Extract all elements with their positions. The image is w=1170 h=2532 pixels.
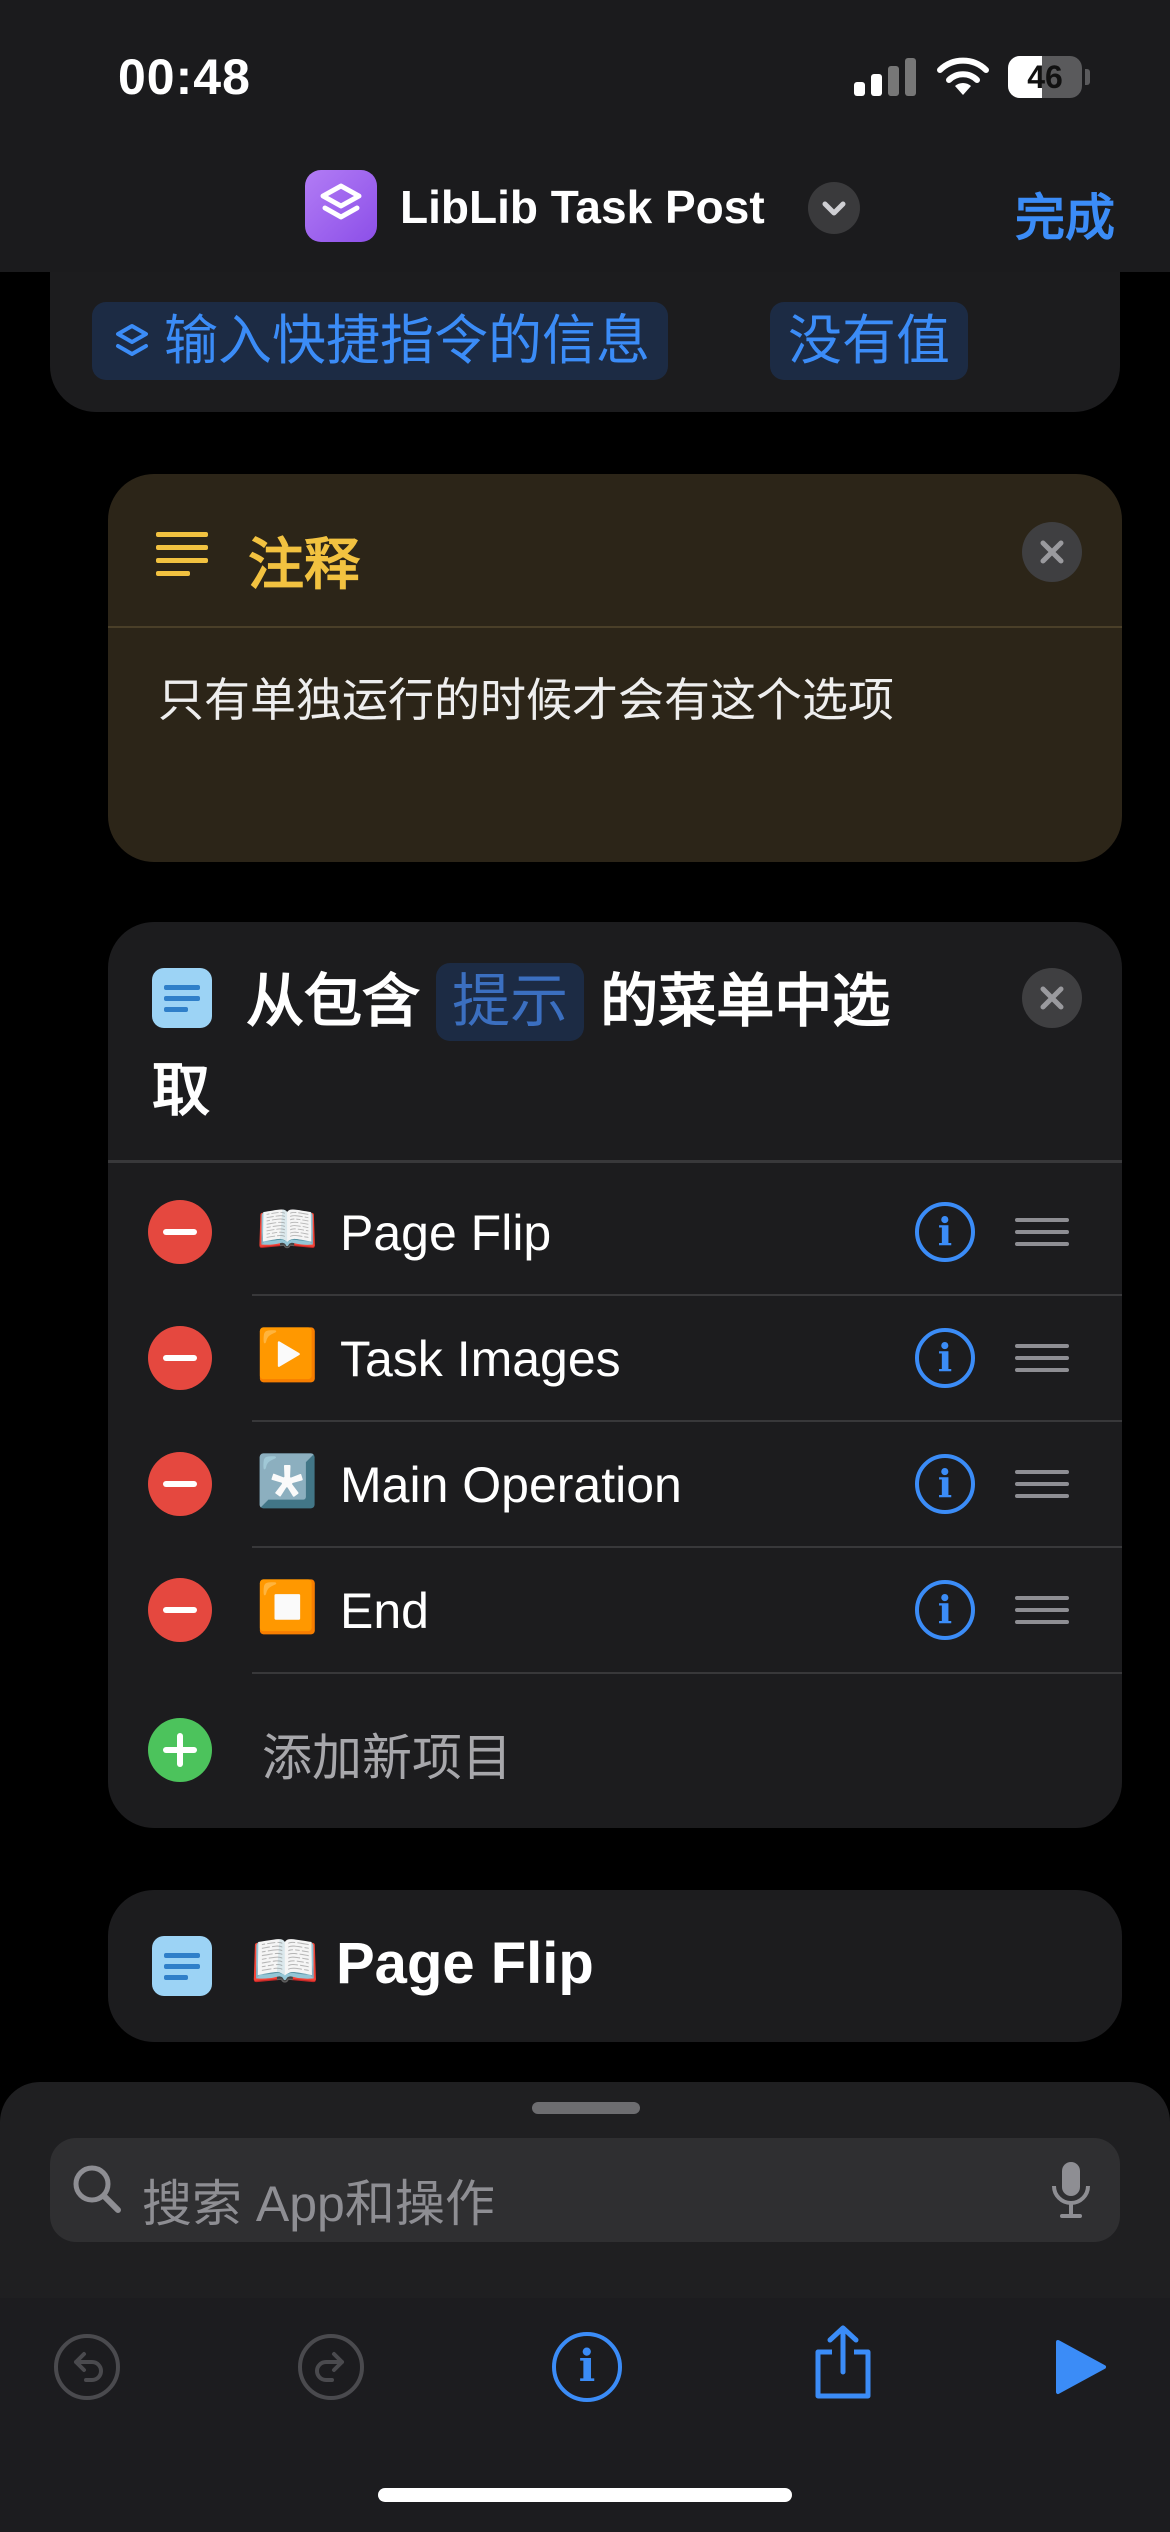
close-icon — [1040, 540, 1064, 564]
search-input[interactable]: 搜索 App和操作 — [142, 2164, 495, 2236]
menu-action-title: 从包含 提示 的菜单中选 — [246, 955, 966, 1048]
comment-text[interactable]: 只有单独运行的时候才会有这个选项 — [158, 664, 894, 730]
shortcut-input-token[interactable]: 输入快捷指令的信息 — [92, 302, 668, 380]
status-time: 00:48 — [118, 49, 251, 105]
redo-icon[interactable] — [296, 2332, 366, 2402]
menu-item-emoji: *️⃣ — [256, 1453, 319, 1509]
battery-level: 46 — [1027, 59, 1063, 95]
chevron-down-icon[interactable] — [808, 182, 860, 234]
menu-title-prefix: 从包含 — [246, 969, 421, 1034]
remove-menu-action-button[interactable] — [1022, 968, 1082, 1028]
info-icon[interactable]: i — [915, 1328, 975, 1388]
no-value-token[interactable]: 没有值 — [770, 302, 968, 380]
sheet-grabber[interactable] — [532, 2102, 640, 2114]
next-action-label: Page Flip — [336, 1931, 594, 1996]
menu-title-suffix: 的菜单中选 — [600, 969, 891, 1034]
info-icon[interactable]: i — [915, 1202, 975, 1262]
menu-item-label[interactable]: End — [340, 1582, 429, 1640]
shortcut-title[interactable]: LibLib Task Post — [400, 180, 765, 234]
add-item-button[interactable] — [148, 1718, 212, 1782]
token-input-label: 输入快捷指令的信息 — [164, 311, 650, 371]
reorder-handle-icon[interactable] — [1015, 1218, 1069, 1246]
divider — [252, 1672, 1122, 1674]
menu-item-label[interactable]: Task Images — [340, 1330, 621, 1388]
remove-comment-button[interactable] — [1022, 522, 1082, 582]
comment-title: 注释 — [248, 533, 360, 596]
menu-item-emoji: ⏹️ — [256, 1579, 319, 1635]
menu-result-icon — [152, 1936, 212, 1996]
menu-action-icon — [152, 968, 212, 1028]
close-icon — [1040, 986, 1064, 1010]
undo-icon[interactable] — [52, 2332, 122, 2402]
divider — [108, 1160, 1122, 1163]
run-play-icon[interactable] — [1054, 2338, 1108, 2396]
reorder-handle-icon[interactable] — [1015, 1596, 1069, 1624]
divider — [252, 1546, 1122, 1548]
info-icon[interactable]: i — [915, 1454, 975, 1514]
text-lines-icon — [156, 532, 208, 576]
reorder-handle-icon[interactable] — [1015, 1470, 1069, 1498]
info-icon[interactable]: i — [915, 1580, 975, 1640]
share-icon[interactable] — [810, 2322, 876, 2402]
menu-item-emoji: ▶️ — [256, 1327, 319, 1383]
divider — [252, 1294, 1122, 1296]
add-new-item-label[interactable]: 添加新项目 — [262, 1718, 512, 1790]
shortcut-details-icon[interactable]: i — [552, 2332, 622, 2402]
menu-item-label[interactable]: Page Flip — [340, 1204, 551, 1262]
search-icon — [73, 2165, 121, 2213]
prompt-token[interactable]: 提示 — [436, 963, 585, 1041]
wifi-icon — [937, 57, 989, 95]
cellular-signal-icon — [854, 58, 916, 96]
battery-icon: 46 — [1008, 56, 1090, 98]
delete-item-button[interactable] — [148, 1452, 212, 1516]
next-action-emoji: 📖 — [250, 1929, 320, 1992]
menu-title-wrap: 取 — [152, 1058, 211, 1123]
menu-item-emoji: 📖 — [256, 1201, 319, 1257]
delete-item-button[interactable] — [148, 1326, 212, 1390]
delete-item-button[interactable] — [148, 1200, 212, 1264]
delete-item-button[interactable] — [148, 1578, 212, 1642]
done-button[interactable]: 完成 — [1015, 178, 1115, 250]
home-indicator — [378, 2488, 792, 2502]
layers-icon[interactable] — [305, 170, 377, 242]
menu-item-label[interactable]: Main Operation — [340, 1456, 682, 1514]
divider — [252, 1420, 1122, 1422]
microphone-icon[interactable] — [1048, 2160, 1094, 2222]
shortcut-input-icon — [116, 323, 148, 356]
reorder-handle-icon[interactable] — [1015, 1344, 1069, 1372]
